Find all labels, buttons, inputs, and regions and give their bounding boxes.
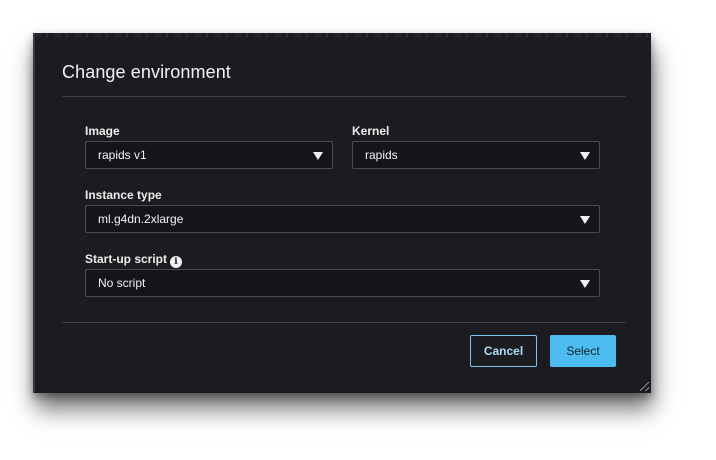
background-page-strip	[35, 33, 651, 37]
resize-handle-icon[interactable]	[640, 382, 649, 391]
startup-script-select[interactable]: No script	[85, 269, 600, 297]
kernel-select[interactable]: rapids	[352, 141, 600, 169]
header-divider	[62, 96, 626, 97]
caret-down-icon	[580, 280, 590, 288]
startup-script-label: Start-up script i	[85, 252, 183, 268]
image-select[interactable]: rapids v1	[85, 141, 333, 169]
footer-divider	[62, 322, 626, 323]
caret-down-icon	[580, 152, 590, 160]
screenshot-stage: Change environment Image rapids v1 Kerne…	[0, 0, 716, 460]
info-icon[interactable]: i	[170, 256, 183, 268]
kernel-label: Kernel	[352, 124, 390, 138]
change-environment-dialog: Change environment Image rapids v1 Kerne…	[33, 33, 651, 393]
caret-down-icon	[313, 152, 323, 160]
dialog-title: Change environment	[62, 62, 231, 82]
instance-type-label: Instance type	[85, 188, 162, 202]
instance-type-select-value: ml.g4dn.2xlarge	[98, 212, 184, 226]
kernel-select-value: rapids	[365, 148, 398, 162]
select-button[interactable]: Select	[550, 335, 616, 367]
instance-type-select[interactable]: ml.g4dn.2xlarge	[85, 205, 600, 233]
image-label: Image	[85, 124, 120, 138]
image-select-value: rapids v1	[98, 148, 147, 162]
caret-down-icon	[580, 216, 590, 224]
startup-script-select-value: No script	[98, 276, 146, 290]
startup-script-label-text: Start-up script	[85, 252, 168, 266]
cancel-button[interactable]: Cancel	[470, 335, 537, 367]
